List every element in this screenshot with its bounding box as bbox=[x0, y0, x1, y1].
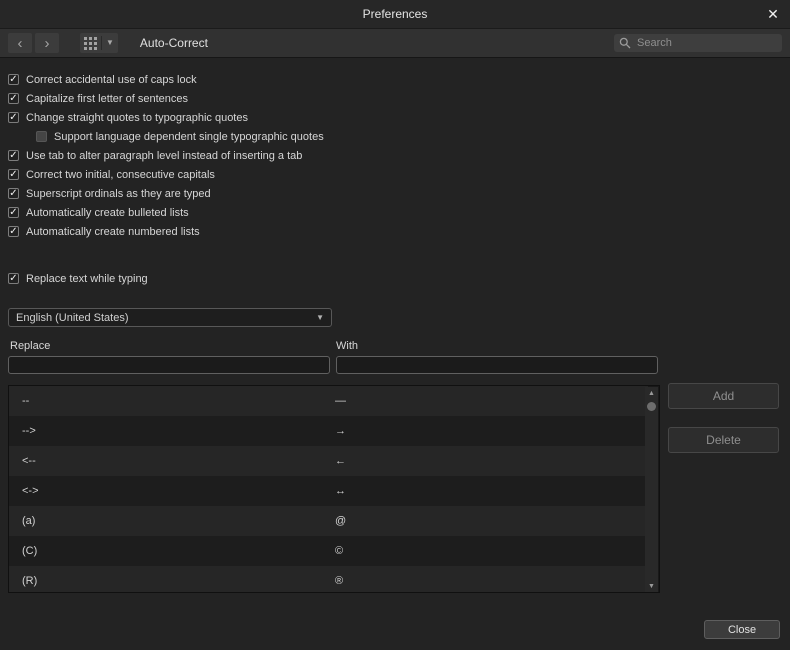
option-row: ✓ Change straight quotes to typographic q… bbox=[8, 108, 780, 127]
option-label: Correct two initial, consecutive capital… bbox=[26, 168, 215, 181]
chevron-down-icon: ▼ bbox=[316, 313, 324, 322]
checkbox[interactable] bbox=[36, 131, 47, 142]
option-label: Automatically create bulleted lists bbox=[26, 206, 189, 219]
option-label: Use tab to alter paragraph level instead… bbox=[26, 149, 303, 162]
checkbox[interactable]: ✓ bbox=[8, 150, 19, 161]
replacement-with-cell: → bbox=[335, 425, 346, 437]
replacement-row[interactable]: -- — bbox=[9, 386, 648, 416]
replacement-with-cell: @ bbox=[335, 515, 347, 527]
checkbox[interactable]: ✓ bbox=[8, 74, 19, 85]
replacement-replace-cell: --> bbox=[22, 425, 36, 437]
scroll-down-icon[interactable]: ▼ bbox=[645, 580, 658, 592]
back-icon: ‹ bbox=[17, 34, 23, 52]
search-box[interactable] bbox=[614, 34, 782, 52]
checkbox[interactable]: ✓ bbox=[8, 207, 19, 218]
options-list: ✓ Correct accidental use of caps lock ✓ Cap… bbox=[8, 70, 780, 241]
close-icon[interactable]: ✕ bbox=[764, 5, 782, 23]
add-button[interactable]: Add bbox=[668, 383, 779, 409]
option-row: Support language dependent single typogr… bbox=[36, 127, 780, 146]
back-button[interactable]: ‹ bbox=[8, 33, 32, 53]
titlebar: Preferences ✕ bbox=[0, 0, 790, 29]
scrollbar-thumb[interactable] bbox=[647, 402, 656, 411]
preferences-window: Preferences ✕ ‹ › ▼ Auto-Correct Search … bbox=[0, 0, 790, 650]
replacement-with-cell: — bbox=[335, 395, 346, 407]
replacement-row[interactable]: <-> ↔ bbox=[9, 476, 648, 506]
checkbox[interactable]: ✓ bbox=[8, 226, 19, 237]
page-title: Auto-Correct bbox=[139, 36, 208, 50]
option-row: ✓ Correct two initial, consecutive capita… bbox=[8, 165, 780, 184]
replacement-row[interactable]: --> → bbox=[9, 416, 648, 446]
checkbox[interactable]: ✓ bbox=[8, 188, 19, 199]
replacement-replace-cell: -- bbox=[22, 395, 30, 407]
replacement-replace-cell: <-- bbox=[22, 455, 36, 467]
replacement-row[interactable]: (R) ® bbox=[9, 566, 648, 592]
column-labels: Replace With bbox=[8, 340, 780, 352]
option-label: Superscript ordinals as they are typed bbox=[26, 187, 211, 200]
forward-button[interactable]: › bbox=[35, 33, 59, 53]
replacement-with-cell: ← bbox=[335, 455, 346, 467]
language-dropdown-value: English (United States) bbox=[16, 311, 129, 324]
replacement-replace-cell: (C) bbox=[22, 545, 38, 557]
option-row: ✓ Automatically create numbered lists bbox=[8, 222, 780, 241]
delete-button[interactable]: Delete bbox=[668, 427, 779, 453]
scroll-up-icon[interactable]: ▲ bbox=[645, 387, 658, 400]
option-row: ✓ Use tab to alter paragraph level instea… bbox=[8, 146, 780, 165]
autocorrect-panel: ✓ Correct accidental use of caps lock ✓ Cap… bbox=[0, 58, 790, 593]
forward-icon: › bbox=[44, 34, 50, 52]
checkbox[interactable]: ✓ bbox=[8, 112, 19, 123]
option-label: Replace text while typing bbox=[26, 272, 148, 285]
with-column-label: With bbox=[336, 340, 358, 352]
replacement-row[interactable]: (a) @ bbox=[9, 506, 648, 536]
replacement-replace-cell: (R) bbox=[22, 575, 38, 587]
replacement-row[interactable]: (C) © bbox=[9, 536, 648, 566]
language-dropdown[interactable]: English (United States) ▼ bbox=[8, 308, 332, 327]
option-label: Change straight quotes to typographic qu… bbox=[26, 111, 248, 124]
grid-icon bbox=[84, 36, 97, 50]
replacement-with-cell: © bbox=[335, 545, 344, 557]
scrollbar[interactable]: ▲ ▼ bbox=[645, 387, 658, 592]
sections-grid-button[interactable]: ▼ bbox=[80, 33, 118, 53]
search-icon bbox=[619, 37, 631, 49]
replacement-with-cell: ↔ bbox=[335, 485, 346, 497]
table-buttons: Add Delete bbox=[668, 383, 779, 453]
option-label: Support language dependent single typogr… bbox=[54, 130, 324, 143]
with-input[interactable] bbox=[336, 356, 658, 374]
replacement-replace-cell: (a) bbox=[22, 515, 36, 527]
replacement-row[interactable]: <-- ← bbox=[9, 446, 648, 476]
replace-column-label: Replace bbox=[10, 340, 51, 352]
option-row: ✓ Superscript ordinals as they are typed bbox=[8, 184, 780, 203]
chevron-down-icon[interactable]: ▼ bbox=[106, 39, 114, 47]
option-label: Capitalize first letter of sentences bbox=[26, 92, 189, 105]
checkbox[interactable]: ✓ bbox=[8, 93, 19, 104]
checkbox[interactable]: ✓ bbox=[8, 273, 19, 284]
replacement-inputs bbox=[8, 356, 780, 374]
toolbar: ‹ › ▼ Auto-Correct bbox=[0, 29, 790, 58]
replacement-table-body: -- — --> → <-- ← <-> ↔ (a) @ (C) © (R) ® bbox=[9, 386, 659, 592]
window-title: Preferences bbox=[362, 7, 428, 21]
replacement-replace-cell: <-> bbox=[22, 485, 39, 497]
replacement-table: -- — --> → <-- ← <-> ↔ (a) @ (C) © (R) ® ▲ ▼ bbox=[8, 385, 660, 593]
option-label: Automatically create numbered lists bbox=[26, 225, 200, 238]
replace-while-typing-row: ✓ Replace text while typing bbox=[8, 269, 780, 288]
replace-input[interactable] bbox=[8, 356, 330, 374]
divider bbox=[101, 36, 102, 50]
option-row: ✓ Capitalize first letter of sentences bbox=[8, 89, 780, 108]
option-label: Correct accidental use of caps lock bbox=[26, 73, 197, 86]
option-row: ✓ Automatically create bulleted lists bbox=[8, 203, 780, 222]
replacement-with-cell: ® bbox=[335, 575, 344, 587]
option-row: ✓ Correct accidental use of caps lock bbox=[8, 70, 780, 89]
checkbox[interactable]: ✓ bbox=[8, 169, 19, 180]
close-button[interactable]: Close bbox=[704, 620, 780, 639]
search-input[interactable] bbox=[635, 36, 777, 50]
replacement-table-area: -- — --> → <-- ← <-> ↔ (a) @ (C) © (R) ® ▲ ▼ Add Dele… bbox=[8, 383, 780, 593]
